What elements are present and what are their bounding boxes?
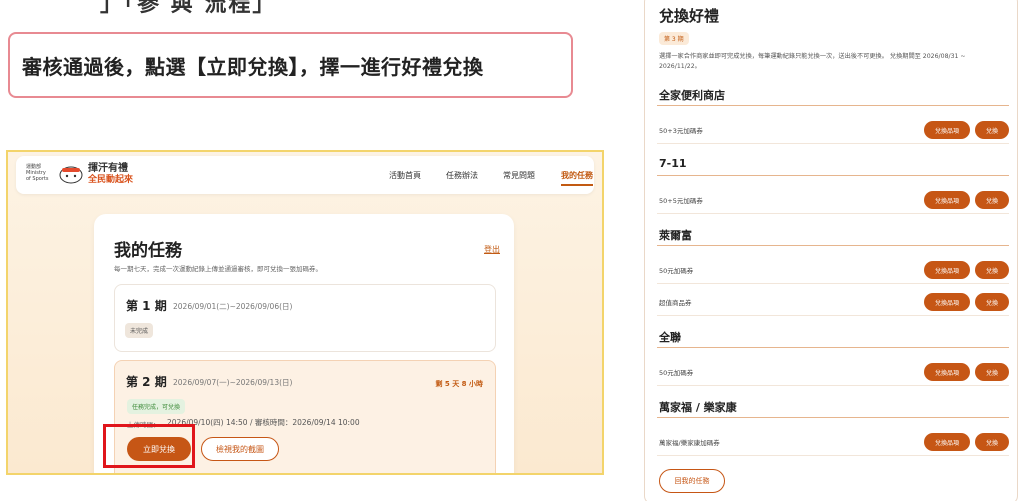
period-name: 第 1 期 bbox=[126, 299, 167, 313]
store-name: 萊爾富 bbox=[659, 229, 692, 242]
page-title: 我的任務 bbox=[114, 241, 182, 261]
period-name: 第 2 期 bbox=[126, 375, 167, 389]
item-label: 50元加碼券 bbox=[659, 267, 694, 275]
logout-link[interactable]: 登出 bbox=[484, 244, 500, 255]
brand-title: 揮汗有禮 bbox=[88, 163, 128, 174]
section-heading: 」「參 與 流程」 bbox=[100, 0, 277, 17]
highlight-box bbox=[103, 424, 195, 468]
item-label: 萬家福/樂家康加碼券 bbox=[659, 439, 720, 447]
item-label: 50+5元加碼券 bbox=[659, 197, 703, 205]
store-name: 全聯 bbox=[659, 331, 681, 344]
item-divider bbox=[657, 213, 1009, 214]
period-badge: 第 3 期 bbox=[659, 32, 689, 45]
view-items-button[interactable]: 兌換品項 bbox=[924, 121, 970, 139]
redeem-panel: 兌換好禮 第 3 期 選擇一家合作商家並即可完成兌換，每筆運動紀錄只能兌換一次，… bbox=[644, 0, 1018, 501]
store-divider bbox=[657, 417, 1009, 418]
store-divider bbox=[657, 175, 1009, 176]
item-label: 50+3元加碼券 bbox=[659, 127, 703, 135]
exchange-button[interactable]: 兌換 bbox=[975, 261, 1009, 279]
store-divider bbox=[657, 105, 1009, 106]
brand-subtitle: 全民動起來 bbox=[88, 175, 134, 185]
view-items-button[interactable]: 兌換品項 bbox=[924, 191, 970, 209]
item-divider bbox=[657, 455, 1009, 456]
task-description: 每一期七天，完成一次運動紀錄上傳並通過審核，即可兌換一張加碼券。 bbox=[114, 265, 322, 273]
store-divider bbox=[657, 245, 1009, 246]
panel-title: 兌換好禮 bbox=[659, 7, 720, 25]
instruction-callout: 審核通過後，點選【立即兌換】，擇一進行好禮兌換 bbox=[8, 32, 573, 98]
view-items-button[interactable]: 兌換品項 bbox=[924, 293, 970, 311]
nav-home[interactable]: 活動首頁 bbox=[389, 170, 421, 181]
exchange-button[interactable]: 兌換 bbox=[975, 121, 1009, 139]
period-card-1: 第 1 期 2026/09/01(二)~2026/09/06(日) 未完成 bbox=[114, 284, 496, 352]
exchange-button[interactable]: 兌換 bbox=[975, 363, 1009, 381]
view-items-button[interactable]: 兌換品項 bbox=[924, 261, 970, 279]
time-remaining: 剩 5 天 8 小時 bbox=[435, 380, 484, 388]
panel-description: 選擇一家合作商家並即可完成兌換，每筆運動紀錄只能兌換一次，送出後不可更換。 兌換… bbox=[659, 53, 966, 70]
nav-faq[interactable]: 常見問題 bbox=[503, 170, 535, 181]
exchange-button[interactable]: 兌換 bbox=[975, 293, 1009, 311]
store-name: 萬家福 / 樂家康 bbox=[659, 401, 737, 414]
instruction-text: 審核通過後，點選【立即兌換】，擇一進行好禮兌換 bbox=[22, 54, 484, 79]
view-items-button[interactable]: 兌換品項 bbox=[924, 433, 970, 451]
item-divider bbox=[657, 315, 1009, 316]
period-dates: 2026/09/07(一)~2026/09/13(日) bbox=[173, 378, 293, 387]
mascot-logo-icon bbox=[59, 166, 83, 184]
view-screenshot-button[interactable]: 檢視我的截圖 bbox=[201, 437, 279, 461]
store-name: 7-11 bbox=[659, 157, 687, 170]
item-divider bbox=[657, 385, 1009, 386]
back-to-tasks-button[interactable]: 回我的任務 bbox=[659, 469, 725, 493]
top-navbar: 運動部 Ministry of Sports 揮汗有禮 全民動起來 活動首頁 任… bbox=[16, 156, 594, 194]
exchange-button[interactable]: 兌換 bbox=[975, 433, 1009, 451]
nav-rules[interactable]: 任務辦法 bbox=[446, 170, 478, 181]
my-tasks-screenshot: 運動部 Ministry of Sports 揮汗有禮 全民動起來 活動首頁 任… bbox=[6, 150, 604, 475]
ministry-logo: 運動部 Ministry of Sports bbox=[26, 164, 49, 182]
exchange-button[interactable]: 兌換 bbox=[975, 191, 1009, 209]
item-divider bbox=[657, 283, 1009, 284]
item-label: 50元加碼券 bbox=[659, 369, 694, 377]
status-badge: 未完成 bbox=[125, 323, 154, 338]
tutorial-page: 」「參 與 流程」 審核通過後，點選【立即兌換】，擇一進行好禮兌換 運動部 Mi… bbox=[0, 0, 1024, 501]
item-label: 超值商品券 bbox=[659, 299, 692, 307]
view-items-button[interactable]: 兌換品項 bbox=[924, 363, 970, 381]
period-dates: 2026/09/01(二)~2026/09/06(日) bbox=[173, 302, 293, 311]
status-badge: 任務完成，可兌換 bbox=[127, 399, 186, 414]
store-divider bbox=[657, 347, 1009, 348]
upload-time-value: 2026/09/10(四) 14:50 / 審核時間：2026/09/14 10… bbox=[167, 418, 360, 427]
nav-my-tasks[interactable]: 我的任務 bbox=[561, 170, 593, 186]
item-divider bbox=[657, 143, 1009, 144]
store-name: 全家便利商店 bbox=[659, 89, 725, 102]
